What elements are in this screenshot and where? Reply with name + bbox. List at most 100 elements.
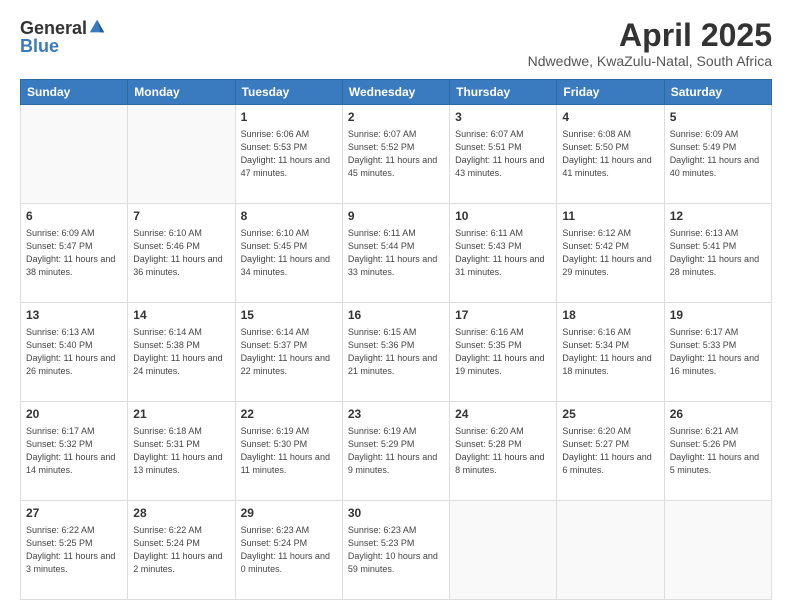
calendar-cell: 26 Sunrise: 6:21 AM Sunset: 5:26 PM Dayli…	[664, 402, 771, 501]
location-subtitle: Ndwedwe, KwaZulu-Natal, South Africa	[528, 53, 772, 69]
calendar-cell: 25 Sunrise: 6:20 AM Sunset: 5:27 PM Dayli…	[557, 402, 664, 501]
calendar-cell: 21 Sunrise: 6:18 AM Sunset: 5:31 PM Dayli…	[128, 402, 235, 501]
calendar-cell: 27 Sunrise: 6:22 AM Sunset: 5:25 PM Dayli…	[21, 501, 128, 600]
day-info: Sunrise: 6:17 AM Sunset: 5:32 PM Dayligh…	[26, 425, 122, 477]
logo-icon	[88, 18, 106, 36]
header-tuesday: Tuesday	[235, 80, 342, 105]
header-thursday: Thursday	[450, 80, 557, 105]
day-number: 30	[348, 505, 444, 522]
day-info: Sunrise: 6:22 AM Sunset: 5:25 PM Dayligh…	[26, 524, 122, 576]
calendar-table: Sunday Monday Tuesday Wednesday Thursday…	[20, 79, 772, 600]
calendar-cell: 18 Sunrise: 6:16 AM Sunset: 5:34 PM Dayli…	[557, 303, 664, 402]
day-number: 29	[241, 505, 337, 522]
day-number: 23	[348, 406, 444, 423]
calendar-cell: 17 Sunrise: 6:16 AM Sunset: 5:35 PM Dayli…	[450, 303, 557, 402]
day-number: 16	[348, 307, 444, 324]
calendar-header-row: Sunday Monday Tuesday Wednesday Thursday…	[21, 80, 772, 105]
calendar-cell: 8 Sunrise: 6:10 AM Sunset: 5:45 PM Daylig…	[235, 204, 342, 303]
calendar-cell: 4 Sunrise: 6:08 AM Sunset: 5:50 PM Daylig…	[557, 105, 664, 204]
day-info: Sunrise: 6:13 AM Sunset: 5:41 PM Dayligh…	[670, 227, 766, 279]
calendar-cell	[128, 105, 235, 204]
day-number: 18	[562, 307, 658, 324]
day-number: 17	[455, 307, 551, 324]
day-info: Sunrise: 6:07 AM Sunset: 5:52 PM Dayligh…	[348, 128, 444, 180]
day-number: 2	[348, 109, 444, 126]
day-number: 5	[670, 109, 766, 126]
calendar-cell: 2 Sunrise: 6:07 AM Sunset: 5:52 PM Daylig…	[342, 105, 449, 204]
day-info: Sunrise: 6:06 AM Sunset: 5:53 PM Dayligh…	[241, 128, 337, 180]
day-info: Sunrise: 6:20 AM Sunset: 5:27 PM Dayligh…	[562, 425, 658, 477]
calendar-cell: 5Sunrise: 6:09 AM Sunset: 5:49 PM Daylig…	[664, 105, 771, 204]
calendar-week-row: 13 Sunrise: 6:13 AM Sunset: 5:40 PM Dayli…	[21, 303, 772, 402]
day-number: 9	[348, 208, 444, 225]
header: General Blue April 2025 Ndwedwe, KwaZulu…	[20, 18, 772, 69]
day-number: 28	[133, 505, 229, 522]
day-number: 8	[241, 208, 337, 225]
day-info: Sunrise: 6:22 AM Sunset: 5:24 PM Dayligh…	[133, 524, 229, 576]
day-info: Sunrise: 6:09 AM Sunset: 5:47 PM Dayligh…	[26, 227, 122, 279]
day-info: Sunrise: 6:23 AM Sunset: 5:24 PM Dayligh…	[241, 524, 337, 576]
day-number: 22	[241, 406, 337, 423]
calendar-cell: 19 Sunrise: 6:17 AM Sunset: 5:33 PM Dayli…	[664, 303, 771, 402]
day-info: Sunrise: 6:10 AM Sunset: 5:46 PM Dayligh…	[133, 227, 229, 279]
day-number: 7	[133, 208, 229, 225]
calendar-cell: 7 Sunrise: 6:10 AM Sunset: 5:46 PM Daylig…	[128, 204, 235, 303]
day-number: 14	[133, 307, 229, 324]
calendar-cell: 24 Sunrise: 6:20 AM Sunset: 5:28 PM Dayli…	[450, 402, 557, 501]
day-info: Sunrise: 6:11 AM Sunset: 5:43 PM Dayligh…	[455, 227, 551, 279]
calendar-cell: 3 Sunrise: 6:07 AM Sunset: 5:51 PM Daylig…	[450, 105, 557, 204]
calendar-cell: 14 Sunrise: 6:14 AM Sunset: 5:38 PM Dayli…	[128, 303, 235, 402]
day-number: 25	[562, 406, 658, 423]
logo-general: General	[20, 19, 87, 37]
header-friday: Friday	[557, 80, 664, 105]
logo: General Blue	[20, 18, 106, 55]
month-title: April 2025	[528, 18, 772, 53]
day-info: Sunrise: 6:17 AM Sunset: 5:33 PM Dayligh…	[670, 326, 766, 378]
calendar-cell: 9 Sunrise: 6:11 AM Sunset: 5:44 PM Daylig…	[342, 204, 449, 303]
calendar-cell: 20 Sunrise: 6:17 AM Sunset: 5:32 PM Dayli…	[21, 402, 128, 501]
day-info: Sunrise: 6:16 AM Sunset: 5:35 PM Dayligh…	[455, 326, 551, 378]
day-info: Sunrise: 6:20 AM Sunset: 5:28 PM Dayligh…	[455, 425, 551, 477]
day-number: 1	[241, 109, 337, 126]
calendar-cell: 23 Sunrise: 6:19 AM Sunset: 5:29 PM Dayli…	[342, 402, 449, 501]
day-number: 6	[26, 208, 122, 225]
day-number: 19	[670, 307, 766, 324]
day-number: 20	[26, 406, 122, 423]
header-wednesday: Wednesday	[342, 80, 449, 105]
day-info: Sunrise: 6:10 AM Sunset: 5:45 PM Dayligh…	[241, 227, 337, 279]
calendar-cell: 16 Sunrise: 6:15 AM Sunset: 5:36 PM Dayli…	[342, 303, 449, 402]
calendar-cell: 10 Sunrise: 6:11 AM Sunset: 5:43 PM Dayli…	[450, 204, 557, 303]
calendar-week-row: 6 Sunrise: 6:09 AM Sunset: 5:47 PM Daylig…	[21, 204, 772, 303]
day-info: Sunrise: 6:15 AM Sunset: 5:36 PM Dayligh…	[348, 326, 444, 378]
calendar-cell	[450, 501, 557, 600]
day-info: Sunrise: 6:14 AM Sunset: 5:38 PM Dayligh…	[133, 326, 229, 378]
header-monday: Monday	[128, 80, 235, 105]
day-number: 4	[562, 109, 658, 126]
day-info: Sunrise: 6:12 AM Sunset: 5:42 PM Dayligh…	[562, 227, 658, 279]
calendar-cell: 11Sunrise: 6:12 AM Sunset: 5:42 PM Dayli…	[557, 204, 664, 303]
day-info: Sunrise: 6:13 AM Sunset: 5:40 PM Dayligh…	[26, 326, 122, 378]
day-number: 3	[455, 109, 551, 126]
calendar-cell: 13 Sunrise: 6:13 AM Sunset: 5:40 PM Dayli…	[21, 303, 128, 402]
calendar-cell: 6 Sunrise: 6:09 AM Sunset: 5:47 PM Daylig…	[21, 204, 128, 303]
day-info: Sunrise: 6:21 AM Sunset: 5:26 PM Dayligh…	[670, 425, 766, 477]
page: General Blue April 2025 Ndwedwe, KwaZulu…	[0, 0, 792, 612]
day-number: 10	[455, 208, 551, 225]
day-info: Sunrise: 6:07 AM Sunset: 5:51 PM Dayligh…	[455, 128, 551, 180]
day-info: Sunrise: 6:16 AM Sunset: 5:34 PM Dayligh…	[562, 326, 658, 378]
day-info: Sunrise: 6:19 AM Sunset: 5:29 PM Dayligh…	[348, 425, 444, 477]
day-number: 13	[26, 307, 122, 324]
day-info: Sunrise: 6:08 AM Sunset: 5:50 PM Dayligh…	[562, 128, 658, 180]
day-number: 24	[455, 406, 551, 423]
day-info: Sunrise: 6:11 AM Sunset: 5:44 PM Dayligh…	[348, 227, 444, 279]
day-info: Sunrise: 6:18 AM Sunset: 5:31 PM Dayligh…	[133, 425, 229, 477]
day-number: 21	[133, 406, 229, 423]
calendar-cell: 30Sunrise: 6:23 AM Sunset: 5:23 PM Dayli…	[342, 501, 449, 600]
header-sunday: Sunday	[21, 80, 128, 105]
day-number: 27	[26, 505, 122, 522]
calendar-cell	[664, 501, 771, 600]
calendar-week-row: 1 Sunrise: 6:06 AM Sunset: 5:53 PM Daylig…	[21, 105, 772, 204]
day-info: Sunrise: 6:19 AM Sunset: 5:30 PM Dayligh…	[241, 425, 337, 477]
calendar-cell	[557, 501, 664, 600]
day-number: 26	[670, 406, 766, 423]
